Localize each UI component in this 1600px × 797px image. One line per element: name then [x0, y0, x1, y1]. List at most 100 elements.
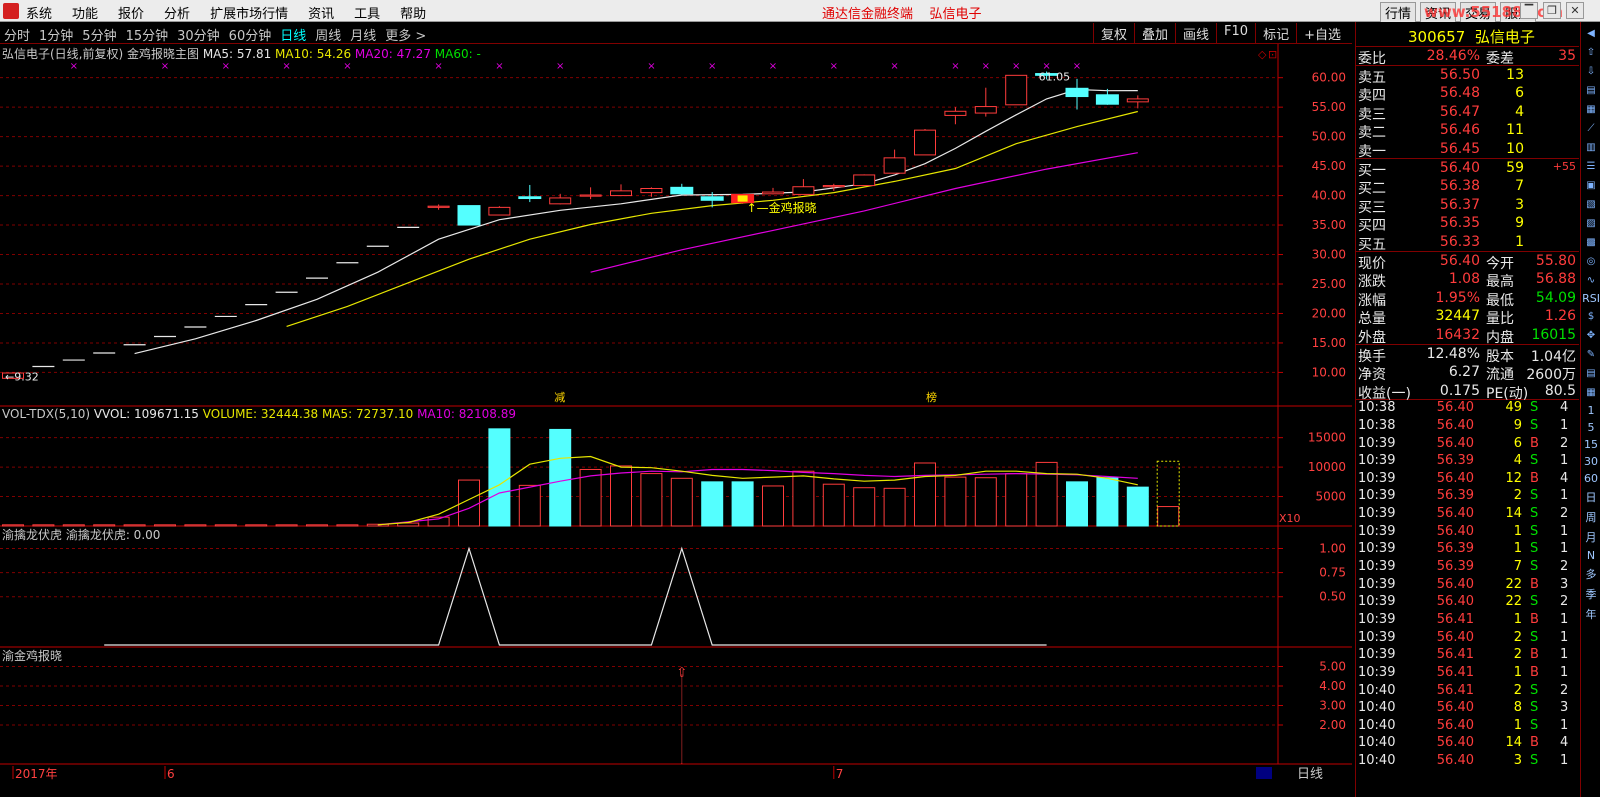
period-tab-3[interactable]: 15分钟 — [126, 25, 169, 44]
period-60[interactable]: 60 — [1582, 472, 1600, 485]
period-30[interactable]: 30 — [1582, 455, 1600, 468]
tick-price: 56.41 — [1436, 611, 1474, 627]
page-icon[interactable]: ▦ — [1584, 103, 1598, 117]
high-price-label: 61.05 — [1039, 70, 1071, 83]
dollar-icon[interactable]: $ — [1584, 310, 1598, 324]
tick-row: 10:39 56.40 22 S 2 — [1356, 594, 1579, 612]
candle — [853, 174, 876, 187]
scroll-button[interactable] — [1256, 767, 1272, 779]
period-5[interactable]: 5 — [1582, 421, 1600, 434]
mode-button-market[interactable]: 行情 — [1380, 2, 1417, 23]
tool-button-3[interactable]: F10 — [1216, 23, 1255, 44]
tick-volume: 22 — [1505, 594, 1522, 610]
top-signal-mark: × — [556, 61, 564, 72]
tick-row: 10:39 56.41 1 B 1 — [1356, 665, 1579, 683]
settings-icon[interactable]: ⊡ — [1268, 48, 1277, 61]
period-15[interactable]: 15 — [1582, 438, 1600, 451]
tick-time: 10:39 — [1358, 541, 1396, 557]
period-tab-5[interactable]: 60分钟 — [229, 25, 272, 44]
period-multi[interactable]: 多 — [1582, 566, 1600, 582]
buy-level-1: 买一 56.40 59 +55 — [1356, 159, 1579, 179]
period-tab-7[interactable]: 周线 — [315, 25, 341, 44]
kline-chart[interactable]: 60.00 55.00 50.00 45.00 40.00 35.00 30.00 25.00… — [0, 44, 1352, 797]
tick-count: 1 — [1560, 488, 1569, 504]
period-tab-9[interactable]: 更多 > — [385, 25, 426, 44]
tick-volume: 7 — [1513, 559, 1522, 575]
period-quarter[interactable]: 季 — [1582, 586, 1600, 602]
period-month[interactable]: 月 — [1582, 529, 1600, 545]
tool-button-1[interactable]: 叠加 — [1134, 23, 1175, 44]
news-icon[interactable]: ▤ — [1584, 84, 1598, 98]
chart-title: 弘信电子(日线,前复权) 金鸡报晓主图 — [2, 46, 203, 61]
period-1[interactable]: 1 — [1582, 404, 1600, 417]
period-n[interactable]: N — [1582, 549, 1600, 562]
app-title: 通达信金融终端 — [822, 7, 914, 22]
menu-item-help[interactable]: 帮助 — [400, 3, 426, 22]
collapse-icon[interactable]: ◀ — [1584, 27, 1598, 41]
period-tab-4[interactable]: 30分钟 — [177, 25, 220, 44]
tick-list[interactable]: 10:38 56.40 49 S 4 10:38 56.40 9 S 1 10:39 56.40 6 B 2… — [1356, 400, 1579, 770]
f5-icon[interactable]: ▤ — [1584, 367, 1598, 381]
menu-item-extended-market[interactable]: 扩展市场行情 — [210, 3, 288, 22]
menu-item-system[interactable]: 系统 — [26, 3, 52, 22]
tick-row: 10:39 56.41 1 B 1 — [1356, 612, 1579, 630]
menu-item-quote[interactable]: 报价 — [118, 3, 144, 22]
trend-icon[interactable]: ⟋ — [1584, 122, 1598, 136]
tick-row: 10:39 56.39 7 S 2 — [1356, 559, 1579, 577]
compass-icon[interactable]: ✥ — [1584, 329, 1598, 343]
close-icon[interactable]: ✕ — [1566, 2, 1584, 19]
arrow-up-icon[interactable]: ⇧ — [1584, 46, 1598, 60]
volume-bar — [883, 487, 906, 527]
candle — [1005, 74, 1028, 106]
f10-icon[interactable]: ▣ — [1584, 179, 1598, 193]
tool-button-4[interactable]: 标记 — [1255, 23, 1296, 44]
price-tick-label: 45.00 — [1312, 159, 1346, 173]
list-icon[interactable]: ☰ — [1584, 160, 1598, 174]
report-icon[interactable]: ▧ — [1584, 198, 1598, 212]
tool-button-0[interactable]: 复权 — [1093, 23, 1134, 44]
tick-side: S — [1530, 453, 1539, 469]
tick-volume: 2 — [1513, 629, 1522, 645]
volume-bar — [306, 524, 328, 527]
note-icon[interactable]: ▨ — [1584, 217, 1598, 231]
tick-count: 2 — [1560, 506, 1569, 522]
arrow-down-icon[interactable]: ⇩ — [1584, 65, 1598, 79]
menu-item-function[interactable]: 功能 — [72, 3, 98, 22]
minimize-icon[interactable]: ▔ — [1520, 2, 1538, 19]
volume-bar — [2, 524, 24, 527]
price-tick-label: 35.00 — [1312, 218, 1346, 232]
stat-value-left: 32447 — [1435, 308, 1480, 325]
volume-bar — [701, 481, 724, 527]
rsi-label[interactable]: RSI — [1582, 292, 1600, 305]
restore-icon[interactable]: ❐ — [1543, 2, 1561, 19]
pen-icon[interactable]: ✎ — [1584, 348, 1598, 362]
tool-button-5[interactable]: +自选 — [1296, 23, 1348, 44]
period-year[interactable]: 年 — [1582, 606, 1600, 622]
target-icon[interactable]: ◎ — [1584, 255, 1598, 269]
legend-ma5: MA5: 57.81 — [203, 47, 275, 61]
tick-volume: 14 — [1505, 506, 1522, 522]
tool-button-2[interactable]: 画线 — [1175, 23, 1216, 44]
menu-item-news[interactable]: 资讯 — [308, 3, 334, 22]
tick-price: 56.40 — [1436, 506, 1474, 522]
tick-price: 56.41 — [1436, 647, 1474, 663]
menu-item-tools[interactable]: 工具 — [354, 3, 380, 22]
period-tab-0[interactable]: 分时 — [4, 25, 30, 44]
grid-icon[interactable]: ▥ — [1584, 141, 1598, 155]
period-tab-6[interactable]: 日线 — [280, 25, 306, 44]
volume-title: VOL-TDX(5,10) — [2, 407, 94, 421]
period-week[interactable]: 周 — [1582, 509, 1600, 525]
tick-count: 1 — [1560, 647, 1569, 663]
layout-icon[interactable]: ▦ — [1584, 386, 1598, 400]
period-tab-8[interactable]: 月线 — [350, 25, 376, 44]
wave-icon[interactable]: ∿ — [1584, 274, 1598, 288]
calendar-icon[interactable]: ▩ — [1584, 236, 1598, 250]
volume-bar — [579, 468, 602, 527]
diamond-icon[interactable]: ◇ — [1258, 48, 1267, 61]
menu-item-analysis[interactable]: 分析 — [164, 3, 190, 22]
period-tab-2[interactable]: 5分钟 — [82, 25, 116, 44]
period-day[interactable]: 日 — [1582, 489, 1600, 505]
window-controls: ▔ ❐ ✕ — [1520, 2, 1584, 19]
period-tab-1[interactable]: 1分钟 — [39, 25, 73, 44]
indicator-value: 渝擒龙伏虎: 0.00 — [66, 527, 161, 542]
